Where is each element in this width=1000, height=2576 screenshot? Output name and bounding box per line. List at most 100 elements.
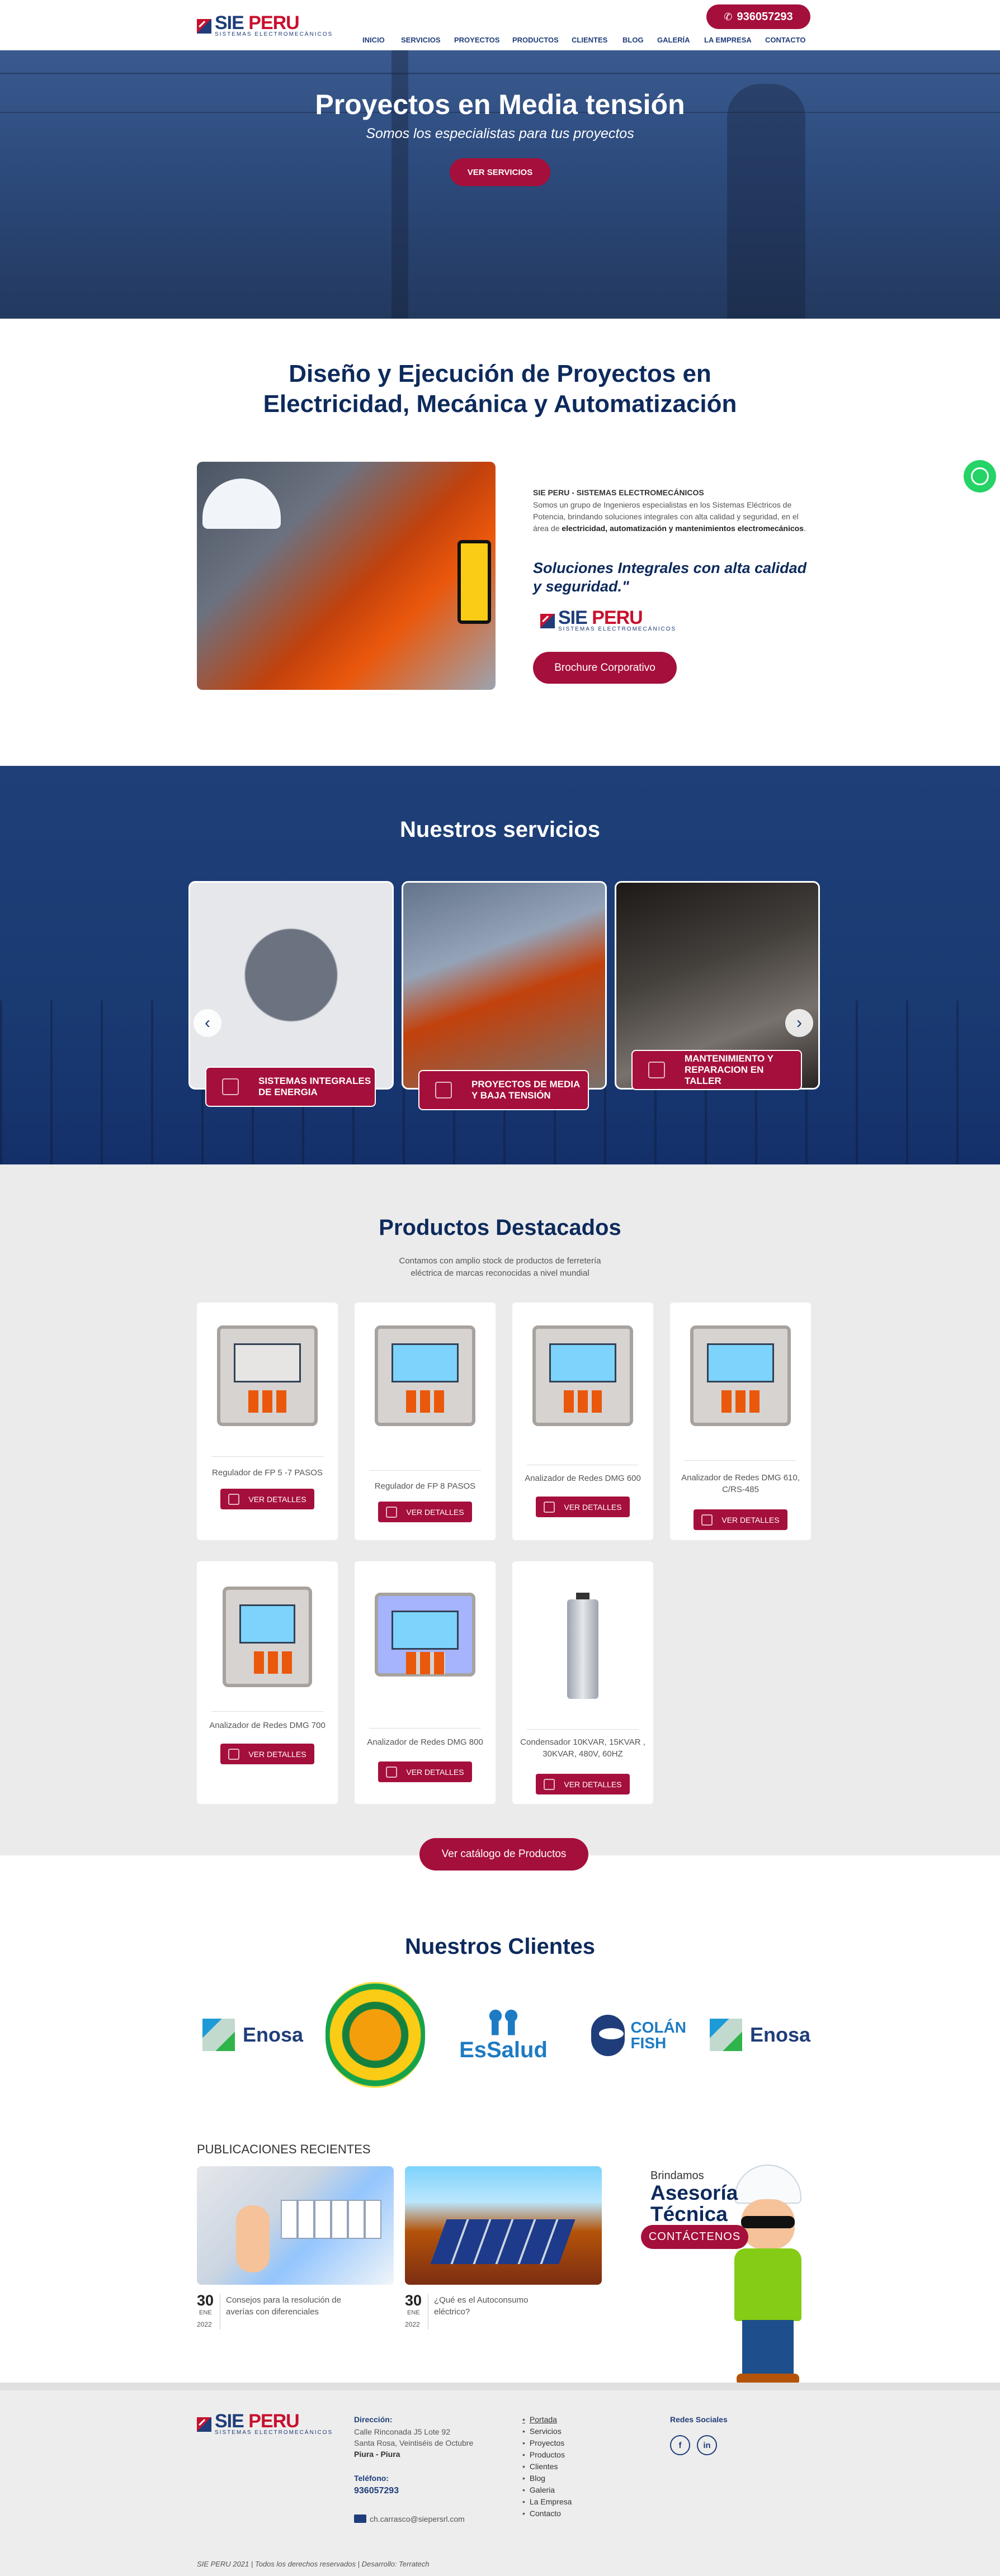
logo-flag-icon bbox=[540, 613, 555, 628]
logo-flag-icon bbox=[197, 18, 211, 34]
service-icon bbox=[648, 1062, 665, 1078]
product-name: Regulador de FP 5 -7 PASOS bbox=[212, 1468, 323, 1478]
intro-quote: Soluciones Integrales con alta calidad y… bbox=[533, 560, 807, 595]
view-details-button[interactable]: VER DETALLES bbox=[378, 1502, 472, 1522]
email-icon bbox=[354, 2515, 366, 2523]
product-image bbox=[211, 1584, 323, 1690]
product-card[interactable]: Regulador de FP 5 -7 PASOS VER DETALLES bbox=[197, 1303, 338, 1540]
carousel-prev-icon[interactable]: ‹ bbox=[194, 1009, 221, 1037]
product-image bbox=[369, 1581, 481, 1688]
view-details-button[interactable]: VER DETALLES bbox=[694, 1509, 787, 1530]
nav-proyectos[interactable]: PROYECTOS bbox=[454, 36, 499, 44]
footer-logo[interactable]: SIE PERU SISTEMAS ELECTROMECÁNICOS bbox=[197, 2412, 333, 2436]
brochure-button[interactable]: Brochure Corporativo bbox=[533, 652, 677, 684]
advice-title: Asesoría Técnica bbox=[650, 2181, 738, 2225]
nav-galeria[interactable]: GALERÍA bbox=[657, 36, 690, 44]
service-card-voltage[interactable] bbox=[402, 881, 607, 1090]
product-name: Regulador de FP 8 PASOS bbox=[374, 1481, 476, 1491]
product-name: Analizador de Redes DMG 610, C/RS-485 bbox=[681, 1473, 800, 1494]
pub-year: 2022 bbox=[197, 2321, 212, 2328]
product-name: Analizador de Redes DMG 600 bbox=[525, 1474, 641, 1483]
colan-fish-icon bbox=[591, 2015, 625, 2056]
blog-image-breaker[interactable] bbox=[197, 2166, 394, 2285]
pub-year: 2022 bbox=[405, 2321, 420, 2328]
advice-intro: Brindamos bbox=[650, 2170, 704, 2182]
intro-title-line1: Diseño y Ejecución de Proyectos en bbox=[289, 360, 711, 387]
product-card[interactable]: Analizador de Redes DMG 700 VER DETALLES bbox=[197, 1561, 338, 1804]
footer-link-contacto[interactable]: Contacto bbox=[522, 2509, 561, 2518]
service-label-maintenance[interactable]: MANTENIMIENTO Y REPARACION EN TALLER bbox=[631, 1050, 802, 1090]
footer-address-line1: Calle Rinconada J5 Lote 92 bbox=[354, 2427, 451, 2436]
view-details-button[interactable]: VER DETALLES bbox=[536, 1774, 630, 1794]
product-image bbox=[527, 1323, 639, 1429]
nav-productos[interactable]: PRODUCTOS bbox=[512, 36, 559, 44]
phone-icon: ✆ bbox=[724, 11, 733, 22]
capacitor-image bbox=[567, 1593, 598, 1699]
intro-logo: SIE PERU SISTEMAS ELECTROMECÁNICOS bbox=[540, 608, 676, 632]
footer-phone[interactable]: 936057293 bbox=[354, 2485, 399, 2497]
phone-button[interactable]: ✆ 936057293 bbox=[706, 4, 810, 29]
footer-link-proyectos[interactable]: Proyectos bbox=[522, 2438, 564, 2447]
product-card[interactable]: Analizador de Redes DMG 610, C/RS-485 VE… bbox=[670, 1303, 811, 1540]
intro-description: Somos un grupo de Ingenieros especialist… bbox=[533, 500, 806, 533]
footer-address-label: Dirección: bbox=[354, 2415, 393, 2424]
nav-clientes[interactable]: CLIENTES bbox=[572, 36, 607, 44]
view-details-button[interactable]: VER DETALLES bbox=[378, 1761, 472, 1782]
footer-address-line2: Santa Rosa, Veintiséis de Octubre bbox=[354, 2438, 474, 2447]
nav-inicio[interactable]: INICIO bbox=[362, 36, 385, 44]
nav-contacto[interactable]: CONTACTO bbox=[765, 36, 805, 44]
footer-link-clientes[interactable]: Clientes bbox=[522, 2462, 558, 2471]
pub-day: 30 bbox=[405, 2292, 422, 2309]
footer-link-galeria[interactable]: Galeria bbox=[522, 2485, 555, 2494]
service-card-energy[interactable] bbox=[188, 881, 394, 1090]
carousel-next-icon[interactable]: › bbox=[785, 1009, 813, 1037]
product-name: Analizador de Redes DMG 800 bbox=[367, 1737, 483, 1747]
footer-link-portada[interactable]: Portada bbox=[522, 2415, 557, 2424]
view-details-button[interactable]: VER DETALLES bbox=[220, 1744, 314, 1764]
product-card[interactable]: Condensador 10KVAR, 15KVAR , 30KVAR, 480… bbox=[512, 1561, 653, 1804]
intro-title-line2: Electricidad, Mecánica y Automatización bbox=[263, 390, 737, 418]
product-image bbox=[369, 1323, 481, 1429]
products-title: Productos Destacados bbox=[379, 1215, 621, 1240]
footer-phone-label: Teléfono: bbox=[354, 2474, 389, 2483]
client-logo-colan: COLÁN FISH bbox=[591, 2010, 686, 2061]
technician-photo bbox=[197, 462, 496, 690]
footer-link-productos[interactable]: Productos bbox=[522, 2450, 565, 2459]
product-card[interactable]: Regulador de FP 8 PASOS VER DETALLES bbox=[355, 1303, 496, 1540]
pub-title[interactable]: ¿Qué es el Autoconsumo eléctrico? bbox=[434, 2294, 560, 2318]
service-label-energy[interactable]: SISTEMAS INTEGRALES DE ENERGIA bbox=[205, 1067, 376, 1107]
multimeter-image bbox=[457, 540, 491, 624]
catalog-button[interactable]: Ver catálogo de Productos bbox=[419, 1838, 588, 1871]
phone-number: 936057293 bbox=[737, 10, 793, 23]
details-icon bbox=[544, 1501, 555, 1513]
service-icon bbox=[435, 1082, 452, 1098]
facebook-icon[interactable]: f bbox=[670, 2435, 690, 2455]
site-footer bbox=[0, 2383, 1000, 2576]
product-image bbox=[527, 1593, 639, 1699]
product-card[interactable]: Analizador de Redes DMG 600 VER DETALLES bbox=[512, 1303, 653, 1540]
view-details-button[interactable]: VER DETALLES bbox=[536, 1497, 630, 1517]
service-label-voltage[interactable]: PROYECTOS DE MEDIA Y BAJA TENSIÓN bbox=[418, 1070, 589, 1110]
whatsapp-icon[interactable] bbox=[964, 460, 996, 493]
contact-us-button[interactable]: CONTÁCTENOS bbox=[641, 2225, 748, 2249]
logo-word-sie: SIE bbox=[215, 12, 244, 34]
pub-title[interactable]: Consejos para la resolución de averías c… bbox=[226, 2294, 352, 2318]
product-card[interactable]: Analizador de Redes DMG 800 VER DETALLES bbox=[355, 1561, 496, 1804]
nav-blog[interactable]: BLOG bbox=[622, 36, 644, 44]
nav-la-empresa[interactable]: LA EMPRESA bbox=[704, 36, 752, 44]
blog-image-solar[interactable] bbox=[405, 2166, 602, 2285]
footer-link-la-empresa[interactable]: La Empresa bbox=[522, 2497, 572, 2506]
view-services-button[interactable]: VER SERVICIOS bbox=[450, 158, 550, 186]
view-details-button[interactable]: VER DETALLES bbox=[220, 1489, 314, 1509]
site-header: SIE PERU SISTEMAS ELECTROMECÁNICOS ✆ 936… bbox=[0, 0, 1000, 50]
footer-email[interactable]: ch.carrasco@siepersrl.com bbox=[370, 2513, 465, 2525]
site-logo[interactable]: SIE PERU SISTEMAS ELECTROMECÁNICOS bbox=[197, 12, 333, 37]
client-logo-enosa-2: Enosa bbox=[707, 2012, 813, 2057]
pub-month: ENE bbox=[199, 2309, 212, 2316]
linkedin-icon[interactable]: in bbox=[697, 2435, 717, 2455]
footer-link-blog[interactable]: Blog bbox=[522, 2474, 545, 2483]
footer-link-servicios[interactable]: Servicios bbox=[522, 2427, 562, 2436]
nav-servicios[interactable]: SERVICIOS bbox=[401, 36, 441, 44]
client-logo-seal bbox=[326, 1982, 425, 2088]
logo-subtitle: SISTEMAS ELECTROMECÁNICOS bbox=[215, 31, 333, 37]
